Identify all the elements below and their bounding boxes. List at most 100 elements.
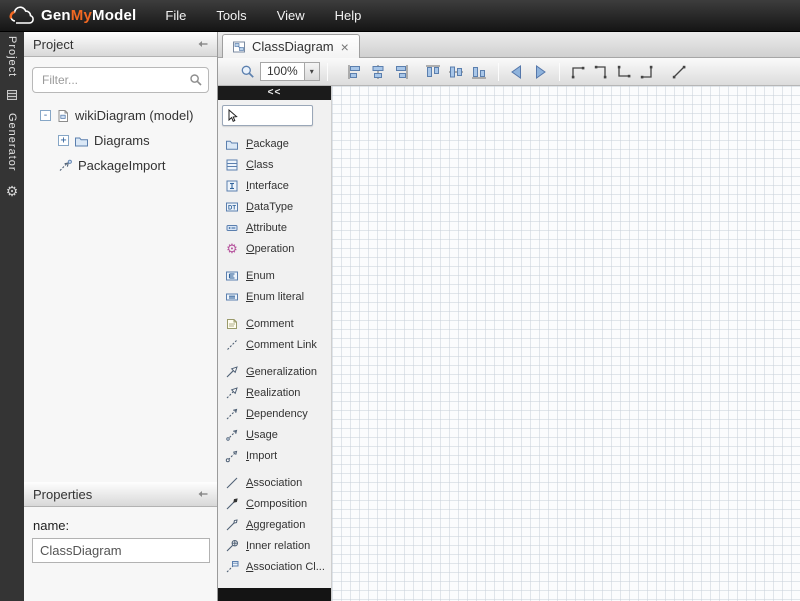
palette-item-class[interactable]: Class bbox=[218, 154, 331, 175]
align-left-icon bbox=[346, 63, 364, 81]
chevron-down-icon[interactable]: ▾ bbox=[304, 63, 319, 80]
palette-item-datatype[interactable]: DT DataType bbox=[218, 196, 331, 217]
palette-collapse-button[interactable]: << bbox=[218, 86, 331, 100]
arrow-right-button[interactable] bbox=[529, 60, 552, 83]
aggregation-icon bbox=[225, 518, 239, 532]
pin-icon bbox=[197, 488, 209, 500]
palette-item-label: Composition bbox=[246, 498, 307, 510]
zoom-select[interactable]: 100% ▾ bbox=[260, 62, 320, 81]
palette-item-package[interactable]: Package bbox=[218, 133, 331, 154]
menu-view[interactable]: View bbox=[262, 0, 320, 32]
palette-item-attribute[interactable]: Attribute bbox=[218, 217, 331, 238]
edge-routing-3-button[interactable] bbox=[613, 60, 636, 83]
menu-file[interactable]: File bbox=[150, 0, 201, 32]
tab-close-button[interactable]: × bbox=[340, 40, 350, 54]
comment-icon bbox=[225, 317, 239, 331]
palette-item-usage[interactable]: Usage bbox=[218, 424, 331, 445]
enum-icon bbox=[225, 269, 239, 283]
align-left-button[interactable] bbox=[344, 60, 367, 83]
palette-item-realization[interactable]: Realization bbox=[218, 382, 331, 403]
edge-straight-button[interactable] bbox=[668, 60, 691, 83]
arrow-left-button[interactable] bbox=[506, 60, 529, 83]
tree-label: wikiDiagram (model) bbox=[75, 108, 193, 123]
collapse-expander[interactable]: - bbox=[40, 110, 51, 121]
palette-item-label: Class bbox=[246, 159, 274, 171]
composition-icon bbox=[225, 497, 239, 511]
rail-tab-generator[interactable]: Generator bbox=[6, 109, 18, 176]
tab-label: ClassDiagram bbox=[252, 39, 334, 54]
align-right-button[interactable] bbox=[390, 60, 413, 83]
filter-input[interactable] bbox=[32, 67, 209, 93]
properties-panel-title: Properties bbox=[33, 487, 92, 502]
tree-row-diagrams[interactable]: + Diagrams bbox=[24, 128, 217, 153]
palette-item-label: Aggregation bbox=[246, 519, 305, 531]
side-rail: Project Generator ⚙ bbox=[0, 32, 24, 601]
selection-tool[interactable] bbox=[222, 105, 313, 126]
palette-item-enum[interactable]: Enum bbox=[218, 265, 331, 286]
edge-routing-2-button[interactable] bbox=[590, 60, 613, 83]
menu-tools[interactable]: Tools bbox=[201, 0, 261, 32]
align-bottom-button[interactable] bbox=[468, 60, 491, 83]
palette-item-operation[interactable]: ⚙ Operation bbox=[218, 238, 331, 259]
palette-item-label: Import bbox=[246, 450, 277, 462]
palette-item-inner-relation[interactable]: Inner relation bbox=[218, 535, 331, 556]
palette-item-label: Association bbox=[246, 477, 302, 489]
palette-item-dependency[interactable]: Dependency bbox=[218, 403, 331, 424]
realization-icon bbox=[225, 386, 239, 400]
palette-item-label: Enum literal bbox=[246, 291, 304, 303]
palette-item-comment[interactable]: Comment bbox=[218, 313, 331, 334]
package-import-icon bbox=[58, 159, 73, 173]
palette-item-label: Attribute bbox=[246, 222, 287, 234]
toolbar-separator bbox=[559, 63, 560, 81]
genmymodel-logo[interactable]: GenMyModel bbox=[0, 6, 150, 26]
comment-link-icon bbox=[225, 338, 239, 352]
inner-relation-icon bbox=[225, 539, 239, 553]
palette-item-association-class[interactable]: Association Cl... bbox=[218, 556, 331, 577]
tree-row-model[interactable]: - wikiDiagram (model) bbox=[24, 103, 217, 128]
align-bottom-icon bbox=[470, 63, 488, 81]
diagram-canvas[interactable] bbox=[332, 86, 800, 601]
attribute-icon bbox=[225, 221, 239, 235]
diagrams-folder-icon bbox=[74, 134, 89, 148]
menu-help[interactable]: Help bbox=[320, 0, 377, 32]
palette-item-label: Comment Link bbox=[246, 339, 317, 351]
zoom-icon bbox=[240, 64, 256, 80]
align-right-icon bbox=[392, 63, 410, 81]
align-center-button[interactable] bbox=[367, 60, 390, 83]
palette-item-generalization[interactable]: Generalization bbox=[218, 361, 331, 382]
edge-routing-1-button[interactable] bbox=[567, 60, 590, 83]
palette-item-aggregation[interactable]: Aggregation bbox=[218, 514, 331, 535]
project-tab-icon[interactable] bbox=[5, 88, 19, 102]
edge-routing-2-icon bbox=[592, 63, 610, 81]
tab-classdiagram[interactable]: ClassDiagram × bbox=[222, 34, 360, 58]
align-top-button[interactable] bbox=[422, 60, 445, 83]
palette-item-interface[interactable]: Interface bbox=[218, 175, 331, 196]
pin-properties-button[interactable] bbox=[195, 486, 211, 502]
palette-item-comment-link[interactable]: Comment Link bbox=[218, 334, 331, 355]
editor-tabbar: ClassDiagram × bbox=[218, 32, 800, 58]
palette-item-association[interactable]: Association bbox=[218, 472, 331, 493]
tool-palette: << Package Class bbox=[218, 86, 332, 601]
rail-tab-project[interactable]: Project bbox=[6, 32, 18, 81]
palette-item-label: Dependency bbox=[246, 408, 308, 420]
cloud-logo-icon bbox=[8, 6, 36, 26]
association-class-icon bbox=[225, 560, 239, 574]
dependency-icon bbox=[225, 407, 239, 421]
arrow-right-icon bbox=[531, 63, 549, 81]
tree-row-packageimport[interactable]: PackageImport bbox=[24, 153, 217, 178]
pin-panel-button[interactable] bbox=[195, 36, 211, 52]
edge-straight-icon bbox=[670, 63, 688, 81]
align-middle-button[interactable] bbox=[445, 60, 468, 83]
name-field[interactable] bbox=[32, 538, 210, 563]
name-field-label: name: bbox=[33, 518, 217, 533]
genmymodel-app: GenMyModel File Tools View Help Project … bbox=[0, 0, 800, 601]
palette-item-enum-literal[interactable]: Enum literal bbox=[218, 286, 331, 307]
import-icon bbox=[225, 449, 239, 463]
logo-text: GenMyModel bbox=[41, 7, 136, 24]
edge-routing-4-button[interactable] bbox=[636, 60, 659, 83]
generator-gear-icon[interactable]: ⚙ bbox=[6, 184, 19, 198]
palette-item-composition[interactable]: Composition bbox=[218, 493, 331, 514]
palette-item-import[interactable]: Import bbox=[218, 445, 331, 466]
interface-icon bbox=[225, 179, 239, 193]
expand-expander[interactable]: + bbox=[58, 135, 69, 146]
